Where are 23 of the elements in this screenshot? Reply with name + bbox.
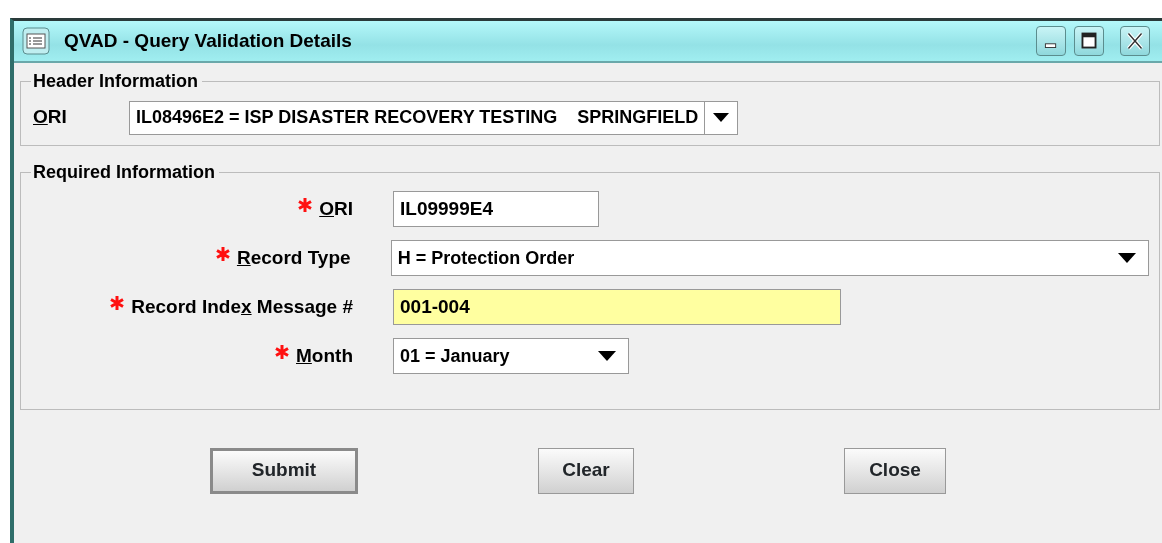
field-label: Record Index Message # bbox=[131, 294, 353, 319]
dialog-button[interactable]: Clear bbox=[538, 447, 634, 494]
dropdown-arrow-icon bbox=[713, 112, 730, 123]
minimize-icon[interactable] bbox=[1036, 26, 1066, 56]
dropdown-arrow-icon bbox=[1118, 253, 1136, 264]
dropdown-arrow-icon bbox=[598, 351, 616, 362]
window-title: QVAD - Query Validation Details bbox=[64, 28, 352, 53]
input-field[interactable]: IL09999E4 bbox=[393, 191, 599, 228]
dropdown[interactable]: 01 = January bbox=[393, 338, 629, 375]
close-icon[interactable] bbox=[1120, 26, 1150, 56]
window-menu-icon[interactable] bbox=[22, 27, 50, 55]
dialog-button[interactable]: Submit bbox=[210, 447, 358, 494]
input-field[interactable]: 001-004 bbox=[393, 289, 841, 326]
maximize-icon[interactable] bbox=[1074, 26, 1104, 56]
field-label: ORI bbox=[319, 196, 353, 221]
field-label: Record Type bbox=[236, 245, 351, 270]
section-title: Header Information bbox=[32, 71, 200, 93]
dialog-button[interactable]: Close bbox=[844, 447, 946, 494]
field-label: Month bbox=[296, 343, 353, 368]
section-title: Required Information bbox=[32, 161, 216, 184]
field-label: ORI bbox=[33, 105, 68, 130]
dropdown[interactable]: H = Protection Order bbox=[390, 240, 1149, 277]
ori-dropdown[interactable]: IL08496E2 = ISP DISASTER RECOVERY TESTING SPRINGFIELD bbox=[129, 100, 739, 135]
